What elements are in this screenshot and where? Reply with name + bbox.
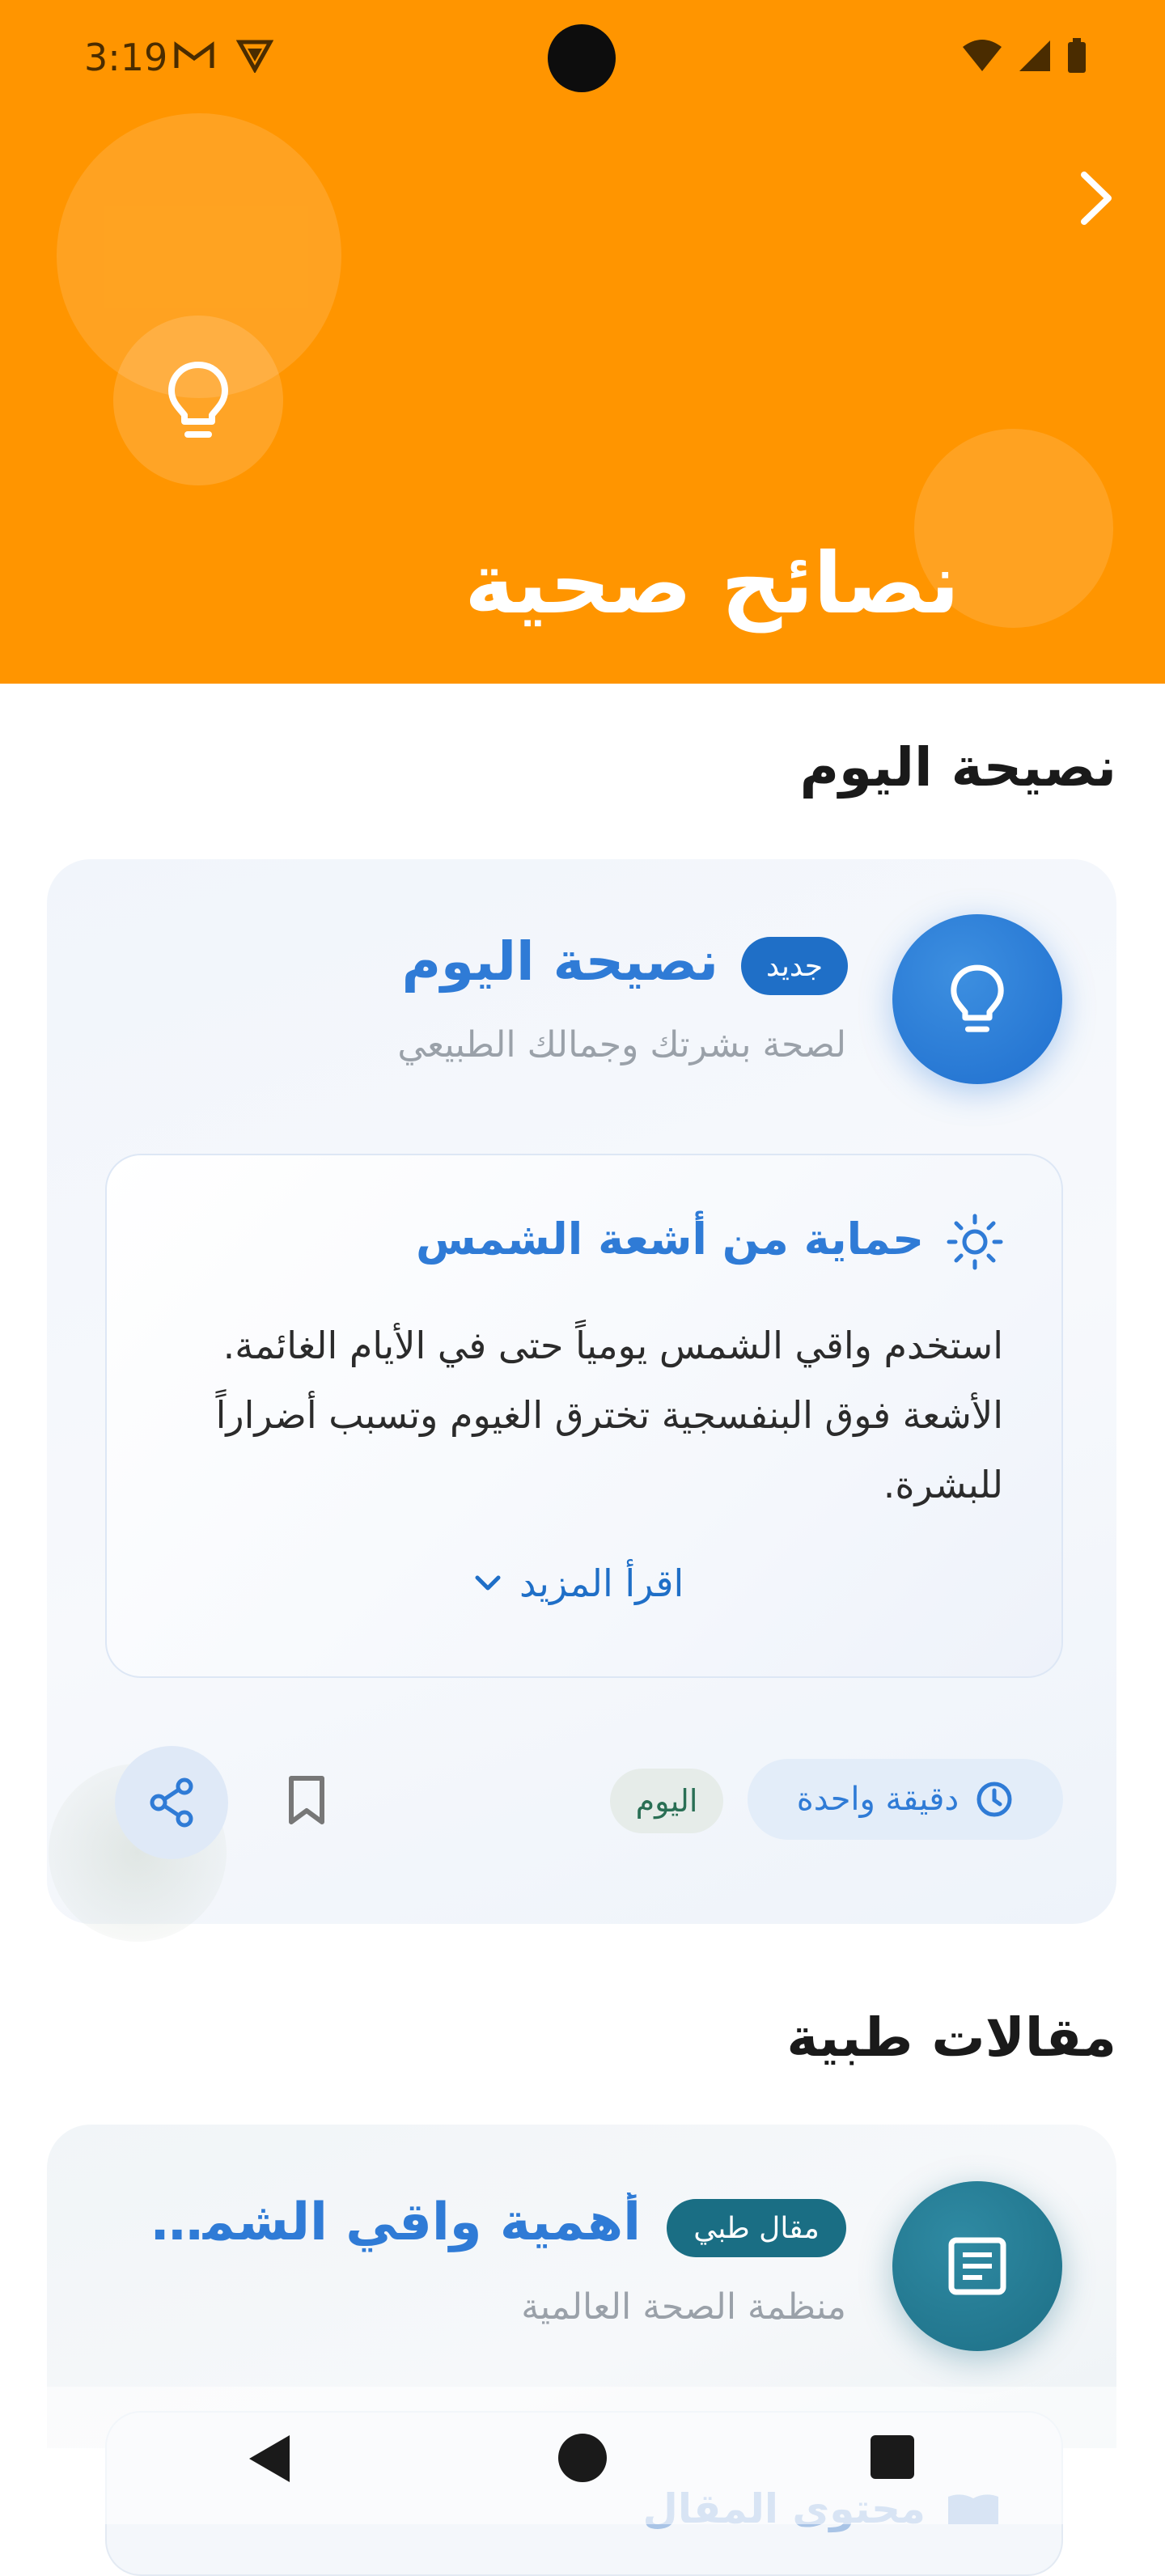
home-button[interactable] [558, 2434, 607, 2482]
section-title-articles: مقالات طبية [786, 2006, 1116, 2069]
tip-title: حماية من أشعة الشمس [416, 1214, 924, 1265]
gmail-icon [174, 41, 214, 68]
chevron-down-icon [475, 1575, 501, 1591]
share-button[interactable] [115, 1746, 228, 1859]
tip-card-title: نصيحة اليوم [401, 930, 718, 993]
back-icon[interactable] [246, 2432, 294, 2485]
signal-icon [1019, 40, 1050, 71]
tip-card-subtitle: لصحة بشرتك وجمالك الطبيعي [397, 1024, 846, 1066]
battery-icon [1068, 38, 1086, 73]
sun-icon [947, 1214, 1003, 1270]
article-source: منظمة الصحة العالمية [521, 2286, 846, 2328]
article-icon-circle [892, 2181, 1062, 2351]
front-camera [548, 24, 616, 92]
bookmark-icon[interactable] [285, 1775, 328, 1825]
page-title: نصائح صحية [464, 534, 960, 633]
article-title[interactable]: أهمية واقي الشمس ... [107, 2193, 641, 2252]
share-icon [150, 1777, 193, 1828]
notification-icons [173, 39, 273, 73]
system-status-icons [961, 37, 1087, 74]
new-badge: جديد [741, 937, 848, 995]
header-lightbulb [113, 316, 283, 485]
shield-icon [236, 40, 273, 73]
read-time-pill: دقيقة واحدة [748, 1759, 1063, 1840]
lightbulb-icon [168, 362, 228, 438]
article-icon [948, 2237, 1006, 2295]
recents-button[interactable] [871, 2435, 914, 2479]
chevron-right-icon[interactable] [1071, 170, 1120, 227]
tip-body: استخدم واقي الشمس يومياً حتى في الأيام ا… [215, 1324, 1003, 1506]
clock-icon [976, 1782, 1012, 1817]
status-time: 3:19 [84, 36, 168, 79]
read-more-button[interactable]: اقرأ المزيد [474, 1561, 684, 1605]
lightbulb-icon [951, 964, 1004, 1032]
wifi-icon [963, 40, 1002, 71]
date-tag: اليوم [610, 1769, 723, 1833]
article-badge: مقال طبي [667, 2199, 846, 2257]
tip-icon-circle [892, 914, 1062, 1084]
read-time-label: دقيقة واحدة [796, 1781, 960, 1818]
section-title-tip: نصيحة اليوم [799, 736, 1116, 799]
read-more-label: اقرأ المزيد [519, 1561, 684, 1605]
